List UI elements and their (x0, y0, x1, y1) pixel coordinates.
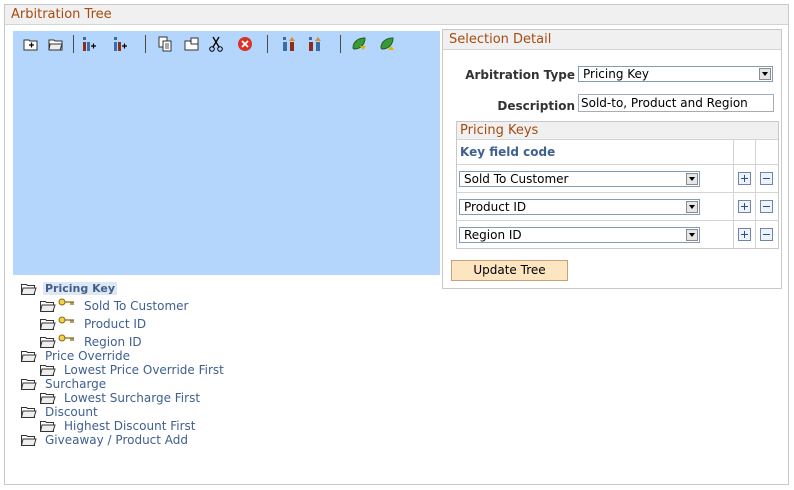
add-node-sibling-icon[interactable] (112, 36, 128, 52)
dropdown-arrow-icon[interactable] (686, 229, 698, 241)
toolbar-separator (73, 35, 74, 53)
selection-detail-header: Selection Detail (443, 30, 781, 50)
folder-open-icon (40, 337, 56, 348)
arbitration-type-value: Pricing Key (583, 67, 650, 81)
key-field-select[interactable]: Sold To Customer (459, 171, 700, 187)
paste-icon[interactable] (184, 36, 200, 52)
key-field-value: Product ID (464, 200, 527, 214)
panel-header: Arbitration Tree (5, 5, 788, 25)
insert-sibling-icon[interactable] (48, 36, 64, 52)
tree-node-label: Discount (45, 405, 98, 419)
arbitration-type-select[interactable]: Pricing Key (578, 66, 773, 82)
dropdown-arrow-icon[interactable] (686, 201, 698, 213)
tree-node-label: Highest Discount First (64, 419, 196, 433)
dropdown-arrow-icon[interactable] (759, 68, 771, 80)
insert-child-icon[interactable] (23, 36, 39, 52)
description-label: Description (497, 99, 575, 113)
description-input[interactable]: Sold-to, Product and Region (578, 94, 774, 112)
pricing-keys-title: Pricing Keys (460, 123, 539, 138)
tree-node-giveaway-product-add[interactable]: Giveaway / Product Add (21, 432, 241, 448)
key-icon (58, 316, 74, 324)
delete-icon[interactable] (237, 36, 253, 52)
key-field-value: Region ID (464, 228, 522, 242)
move-down-icon[interactable] (307, 36, 323, 52)
table-row: Product ID (457, 193, 778, 221)
delete-row-button[interactable] (760, 172, 773, 185)
dropdown-arrow-icon[interactable] (686, 173, 698, 185)
tree-node-label: Price Override (45, 349, 131, 363)
description-value: Sold-to, Product and Region (581, 96, 748, 110)
tree-node-pricing-key[interactable]: Pricing Key (21, 281, 141, 297)
key-field-code-column-header: Key field code (457, 140, 778, 165)
copy-icon[interactable] (157, 36, 173, 52)
folder-open-icon (40, 365, 56, 376)
tree-node-product-id[interactable]: Product ID (40, 316, 240, 332)
tree-node-label: Region ID (84, 335, 142, 349)
key-field-select[interactable]: Product ID (459, 199, 700, 215)
pricing-keys-grid: Pricing Keys Key field code Sold To Cust… (456, 121, 779, 249)
folder-open-icon (21, 435, 37, 446)
tree-node-label: Sold To Customer (84, 299, 189, 313)
selection-detail-panel: Selection Detail Arbitration Type Pricin… (442, 29, 782, 289)
folder-open-icon (21, 351, 37, 362)
tree-node-label: Lowest Price Override First (64, 363, 224, 377)
arbitration-type-label: Arbitration Type (465, 68, 575, 82)
tree-node-label: Pricing Key (43, 282, 118, 295)
toolbar-separator (267, 35, 268, 53)
key-field-code-header: Key field code (460, 145, 556, 159)
delete-row-button[interactable] (760, 228, 773, 241)
toolbar-separator (340, 35, 341, 53)
key-field-select[interactable]: Region ID (459, 227, 700, 243)
folder-open-icon (40, 393, 56, 404)
delete-row-button[interactable] (760, 200, 773, 213)
table-row: Sold To Customer (457, 165, 778, 193)
folder-open-icon (40, 421, 56, 432)
toolbar-separator (145, 35, 146, 53)
table-row: Region ID (457, 221, 778, 249)
folder-open-icon (21, 407, 37, 418)
add-row-button[interactable] (738, 200, 751, 213)
folder-open-icon (21, 284, 37, 295)
pricing-keys-header: Pricing Keys (457, 122, 778, 140)
collapse-leaf-icon[interactable] (379, 36, 395, 52)
update-tree-button[interactable]: Update Tree (451, 260, 568, 281)
folder-open-icon (40, 301, 56, 312)
move-up-icon[interactable] (281, 36, 297, 52)
tree-node-sold-to-customer[interactable]: Sold To Customer (40, 298, 240, 314)
tree-node-label: Lowest Surcharge First (64, 391, 201, 405)
add-row-button[interactable] (738, 172, 751, 185)
folder-open-icon (21, 379, 37, 390)
key-icon (58, 334, 74, 342)
add-node-child-icon[interactable] (81, 36, 97, 52)
key-icon (58, 298, 74, 306)
tree-canvas (13, 31, 440, 275)
page-title: Arbitration Tree (11, 7, 112, 22)
expand-leaf-icon[interactable] (351, 36, 367, 52)
selection-detail-title: Selection Detail (449, 32, 552, 47)
tree-node-label: Giveaway / Product Add (45, 433, 189, 447)
key-field-value: Sold To Customer (464, 172, 569, 186)
tree-toolbar (13, 31, 440, 57)
tree-node-label: Surcharge (45, 377, 107, 391)
folder-open-icon (40, 319, 56, 330)
tree-node-label: Product ID (84, 317, 147, 331)
add-row-button[interactable] (738, 228, 751, 241)
cut-icon[interactable] (208, 36, 224, 52)
